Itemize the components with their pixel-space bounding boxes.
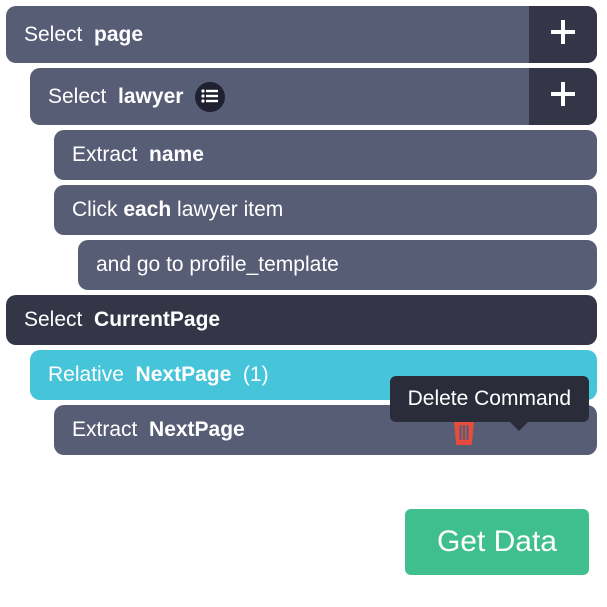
command-select-lawyer[interactable]: Select lawyer [30, 68, 597, 125]
command-label: Extract NextPage [72, 418, 245, 442]
command-click-each[interactable]: Click each lawyer item [54, 185, 597, 235]
command-label: and go to profile_template [96, 253, 339, 277]
add-button[interactable] [529, 6, 597, 63]
command-label: Select page [24, 23, 143, 47]
command-extract-name[interactable]: Extract name [54, 130, 597, 180]
command-label: Select lawyer [48, 85, 183, 109]
command-select-currentpage[interactable]: Select CurrentPage [6, 295, 597, 345]
command-label: Select CurrentPage [24, 308, 220, 332]
command-label: Relative NextPage (1) [48, 363, 269, 387]
plus-icon [547, 16, 579, 54]
command-select-page[interactable]: Select page [6, 6, 597, 63]
command-label: Click each lawyer item [72, 198, 283, 222]
plus-icon [547, 78, 579, 116]
get-data-button[interactable]: Get Data [405, 509, 589, 575]
command-label: Extract name [72, 143, 204, 167]
add-button[interactable] [529, 68, 597, 125]
tooltip-delete-command: Delete Command [390, 376, 589, 422]
command-goto-template[interactable]: and go to profile_template [78, 240, 597, 290]
list-icon [201, 85, 219, 109]
list-badge[interactable] [195, 82, 225, 112]
